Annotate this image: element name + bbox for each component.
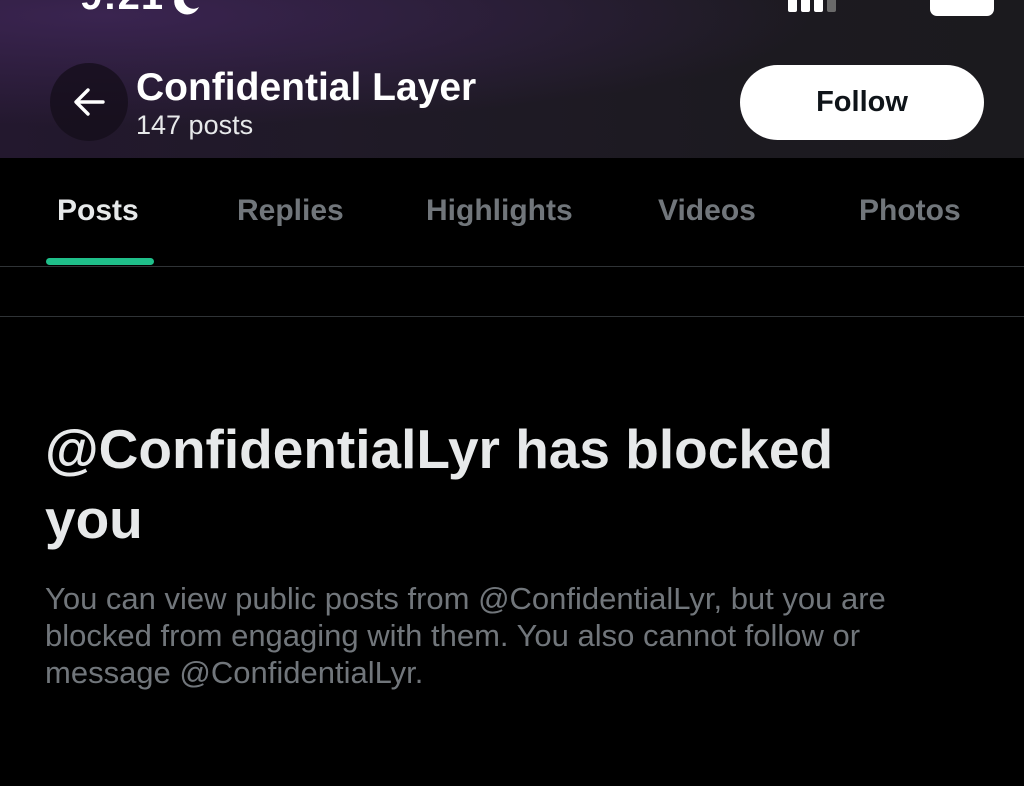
post-count: 147 posts: [136, 110, 254, 140]
battery-icon: 49: [930, 0, 995, 16]
battery-level: 49: [947, 0, 976, 6]
blocked-title: @ConfidentialLyr has blocked you: [45, 418, 834, 550]
tab-replies[interactable]: Replies: [237, 194, 344, 228]
content-divider: [0, 316, 1024, 317]
tabs-divider: [0, 266, 1024, 267]
back-button[interactable]: [50, 63, 128, 141]
profile-header: 9:21 LTE 49 Confidential Layer 147 posts…: [0, 0, 1024, 158]
network-type: LTE: [856, 0, 910, 8]
profile-name: Confidential Layer: [136, 66, 477, 109]
status-indicators: LTE 49: [788, 0, 995, 16]
moon-icon: [174, 0, 199, 15]
tab-videos[interactable]: Videos: [658, 194, 756, 228]
profile-tabs: Posts Replies Highlights Videos Photos: [0, 158, 1024, 266]
signal-icon: [788, 0, 836, 12]
status-time: 9:21: [80, 0, 164, 19]
active-tab-indicator: [46, 258, 154, 265]
tab-posts[interactable]: Posts: [57, 194, 139, 228]
blocked-description: You can view public posts from @Confiden…: [45, 581, 886, 690]
follow-button[interactable]: Follow: [740, 65, 984, 140]
tab-highlights[interactable]: Highlights: [426, 194, 573, 228]
tab-photos[interactable]: Photos: [859, 194, 961, 228]
back-arrow-icon: [74, 88, 105, 116]
